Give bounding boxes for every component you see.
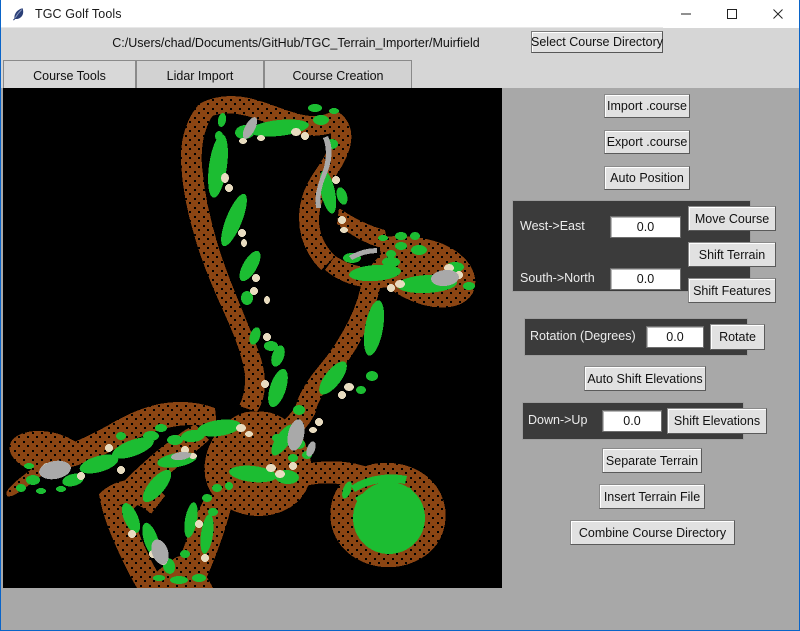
course-terrain-preview[interactable] <box>3 88 502 588</box>
shift-features-button[interactable]: Shift Features <box>688 278 776 303</box>
path-row: C:/Users/chad/Documents/GitHub/TGC_Terra… <box>1 28 799 58</box>
maximize-icon[interactable] <box>709 0 755 28</box>
tab-course-tools[interactable]: Course Tools <box>3 60 136 90</box>
shift-elevations-button[interactable]: Shift Elevations <box>667 408 767 434</box>
separate-terrain-button[interactable]: Separate Terrain <box>602 448 702 473</box>
combine-course-directory-button[interactable]: Combine Course Directory <box>570 520 735 545</box>
tab-lidar-import[interactable]: Lidar Import <box>136 60 264 90</box>
select-course-directory-button[interactable]: Select Course Directory <box>531 31 663 53</box>
auto-shift-elevations-button[interactable]: Auto Shift Elevations <box>584 366 706 391</box>
shift-terrain-button[interactable]: Shift Terrain <box>688 242 776 267</box>
tab-strip-filler <box>412 60 799 90</box>
rotation-label: Rotation (Degrees) <box>530 329 636 343</box>
close-icon[interactable] <box>755 0 799 28</box>
west-east-label: West->East <box>520 219 585 233</box>
feather-icon <box>9 5 27 23</box>
south-north-input[interactable]: 0.0 <box>610 268 681 290</box>
west-east-input[interactable]: 0.0 <box>610 216 681 238</box>
tab-course-creation[interactable]: Course Creation <box>264 60 412 90</box>
window-title: TGC Golf Tools <box>35 6 122 21</box>
insert-terrain-file-button[interactable]: Insert Terrain File <box>599 484 705 509</box>
rotation-input[interactable]: 0.0 <box>646 326 704 348</box>
import-course-button[interactable]: Import .course <box>604 94 690 118</box>
rotate-button[interactable]: Rotate <box>710 324 765 350</box>
course-path-display: C:/Users/chad/Documents/GitHub/TGC_Terra… <box>63 30 529 56</box>
move-course-button[interactable]: Move Course <box>688 206 776 231</box>
auto-position-button[interactable]: Auto Position <box>604 166 690 190</box>
tab-strip: Course Tools Lidar Import Course Creatio… <box>1 58 799 92</box>
title-bar: TGC Golf Tools <box>1 0 799 28</box>
main-content: Import .course Export .course Auto Posit… <box>1 88 799 630</box>
down-up-label: Down->Up <box>528 413 588 427</box>
window-controls <box>663 0 799 28</box>
course-tools-panel: Import .course Export .course Auto Posit… <box>506 88 799 630</box>
minimize-icon[interactable] <box>663 0 709 28</box>
app-window: TGC Golf Tools C:/Users/chad/Documents/G… <box>0 0 800 631</box>
down-up-input[interactable]: 0.0 <box>602 410 662 432</box>
south-north-label: South->North <box>520 271 595 285</box>
export-course-button[interactable]: Export .course <box>604 130 690 154</box>
